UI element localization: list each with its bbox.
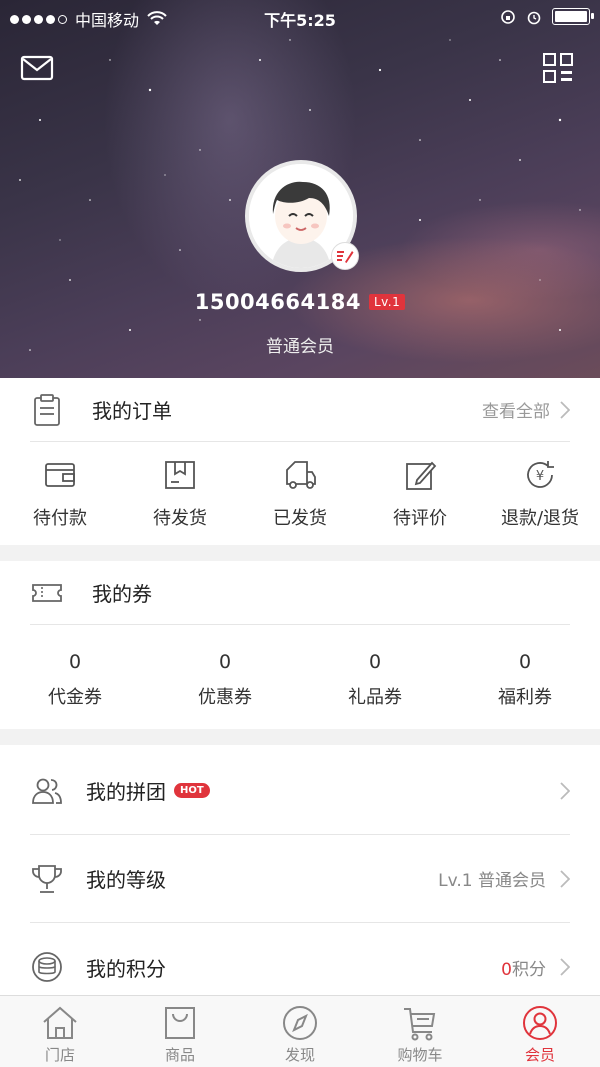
order-status-list: 待付款 待发货 已发货 待评价 ¥ 退款/退货 [0, 458, 600, 530]
users-group-icon [32, 778, 62, 804]
menu-row-group-buy[interactable]: 我的拼团 HOT [30, 747, 570, 835]
coins-icon [32, 952, 62, 982]
coupon-gift[interactable]: 0 礼品券 [300, 651, 450, 709]
tab-products[interactable]: 商品 [120, 996, 240, 1067]
points-number: 0 [501, 959, 512, 980]
level-badge: Lv.1 [368, 294, 406, 310]
menu-row-level[interactable]: 我的等级 Lv.1 普通会员 [30, 835, 570, 923]
tab-member[interactable]: 会员 [480, 996, 600, 1067]
edit-pencil-icon [337, 251, 354, 263]
coupon-cash[interactable]: 0 代金券 [0, 651, 150, 709]
order-status-label: 退款/退货 [500, 508, 580, 529]
coupon-discount[interactable]: 0 优惠券 [150, 651, 300, 709]
order-status-pending-review[interactable]: 待评价 [360, 458, 480, 530]
profile-header: 中国移动 下午5:25 15004664184 Lv.1 普通会员 [0, 0, 600, 378]
tab-label: 会员 [524, 1046, 555, 1064]
wallet-icon [45, 463, 75, 487]
coupon-label: 福利券 [498, 687, 552, 708]
rotation-lock-icon [501, 9, 515, 24]
order-status-label: 待发货 [153, 508, 207, 529]
shopping-bag-icon [165, 1007, 195, 1039]
chevron-right-icon [560, 869, 570, 888]
orders-header[interactable]: 我的订单 查看全部 [30, 378, 570, 442]
coupon-label: 代金券 [48, 687, 102, 708]
points-title: 我的积分 [86, 956, 166, 981]
tab-discover[interactable]: 发现 [240, 996, 360, 1067]
level-title: 我的等级 [86, 868, 166, 892]
member-type: 普通会员 [266, 337, 334, 357]
order-status-pending-shipment[interactable]: 待发货 [120, 458, 240, 530]
status-bar: 中国移动 下午5:25 [0, 0, 600, 36]
compass-icon [283, 1006, 317, 1040]
tab-store[interactable]: 门店 [0, 996, 120, 1067]
coupons-card: 我的券 0 代金券 0 优惠券 0 礼品券 0 福利券 [0, 561, 600, 729]
points-value: 0积分 [501, 955, 546, 980]
member-icon [523, 1006, 557, 1040]
bottom-tab-bar: 门店 商品 发现 购物车 会员 [0, 995, 600, 1067]
points-unit: 积分 [512, 959, 546, 980]
level-value: Lv.1 普通会员 [438, 871, 546, 891]
battery-icon [552, 8, 594, 25]
tab-cart[interactable]: 购物车 [360, 996, 480, 1067]
user-phone: 15004664184 Lv.1 [0, 290, 600, 314]
coupon-count: 0 [218, 651, 232, 673]
orders-title: 我的订单 [92, 399, 172, 423]
coupon-welfare[interactable]: 0 福利券 [450, 651, 600, 709]
coupons-header[interactable]: 我的券 [30, 561, 570, 625]
coupon-count: 0 [368, 651, 382, 673]
refund-icon: ¥ [527, 461, 554, 488]
edit-profile-button[interactable] [331, 242, 359, 270]
coupons-title: 我的券 [92, 582, 152, 606]
chevron-right-icon [560, 958, 570, 976]
chevron-right-icon [560, 781, 570, 800]
truck-icon [286, 461, 316, 489]
order-status-shipped[interactable]: 已发货 [240, 458, 360, 530]
svg-text:¥: ¥ [536, 469, 544, 484]
chevron-right-icon [560, 400, 570, 419]
package-icon [165, 461, 195, 489]
tab-label: 购物车 [397, 1046, 443, 1064]
tab-label: 商品 [164, 1046, 195, 1064]
coupon-type-list: 0 代金券 0 优惠券 0 礼品券 0 福利券 [0, 651, 600, 709]
view-all-label: 查看全部 [482, 402, 550, 422]
member-menu: 我的拼团 HOT 我的等级 Lv.1 普通会员 我的积分 0积分 [0, 745, 600, 995]
alarm-icon [527, 11, 541, 24]
coupon-label: 礼品券 [348, 687, 402, 708]
phone-number: 15004664184 [194, 290, 361, 314]
avatar-container[interactable] [245, 160, 359, 272]
trophy-icon [32, 864, 62, 893]
hot-badge: HOT [174, 783, 210, 798]
order-status-label: 待评价 [393, 508, 447, 529]
group-buy-title: 我的拼团 [86, 780, 166, 804]
tab-label: 发现 [284, 1046, 315, 1064]
order-status-label: 待付款 [33, 508, 87, 529]
store-icon [43, 1006, 77, 1039]
coupon-label: 优惠券 [198, 687, 252, 708]
ticket-icon [32, 583, 62, 602]
qr-code-icon[interactable] [542, 52, 574, 84]
orders-card: 我的订单 查看全部 待付款 待发货 已发货 待评价 ¥ 退款/退货 [0, 378, 600, 545]
coupon-count: 0 [518, 651, 532, 673]
order-status-label: 已发货 [273, 508, 327, 529]
view-all-orders-link[interactable]: 查看全部 [482, 397, 570, 422]
message-envelope-icon[interactable] [20, 54, 54, 82]
clipboard-icon [34, 393, 60, 426]
coupon-count: 0 [68, 651, 82, 673]
cart-icon [404, 1008, 436, 1041]
edit-review-icon [406, 461, 437, 490]
tab-label: 门店 [44, 1046, 75, 1064]
order-status-pending-payment[interactable]: 待付款 [0, 458, 120, 530]
order-status-refund[interactable]: ¥ 退款/退货 [480, 458, 600, 530]
